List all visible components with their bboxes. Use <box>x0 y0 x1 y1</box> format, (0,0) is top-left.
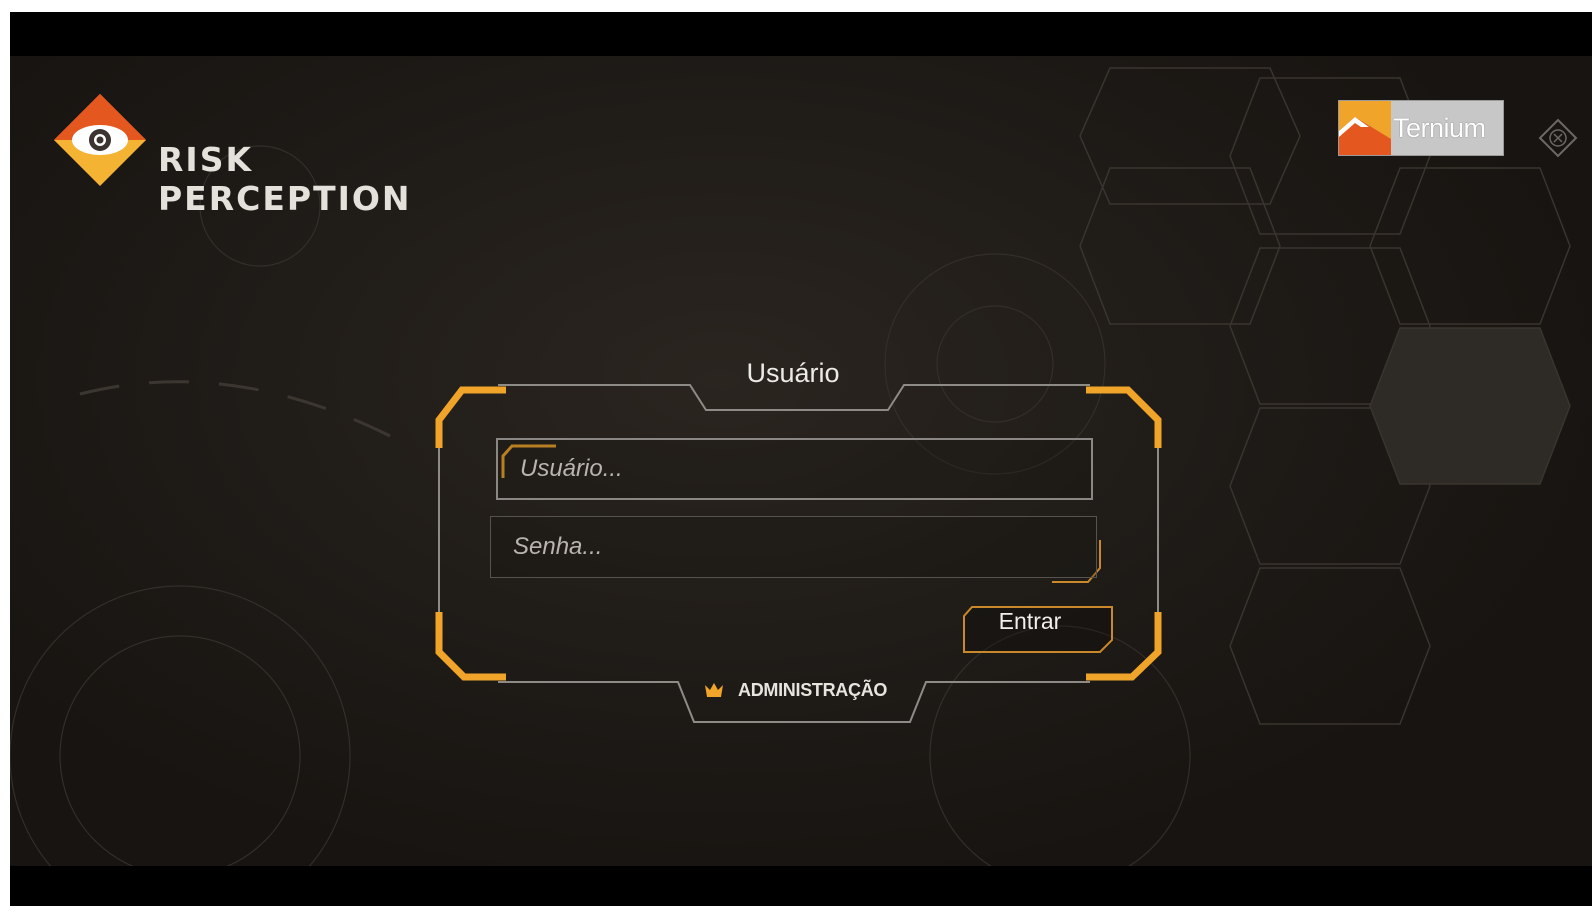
close-button[interactable] <box>1538 118 1578 158</box>
risk-perception-logo: RISK PERCEPTION <box>52 92 410 218</box>
username-input[interactable] <box>496 438 1093 500</box>
submit-button[interactable]: Entrar <box>958 597 1102 645</box>
partner-name: Ternium <box>1393 113 1486 143</box>
risk-perception-eye-icon <box>54 94 146 186</box>
ternium-mountain-icon <box>1339 101 1391 155</box>
ternium-logo: Ternium <box>1338 100 1504 156</box>
crown-icon <box>705 683 723 697</box>
password-input[interactable] <box>490 516 1097 578</box>
admin-link[interactable]: ADMINISTRAÇÃO <box>700 676 910 706</box>
brand-name-line1: RISK <box>158 140 254 179</box>
brand-name-line2: PERCEPTION <box>158 179 412 218</box>
admin-link-label: ADMINISTRAÇÃO <box>738 680 888 700</box>
submit-button-label: Entrar <box>998 607 1062 634</box>
login-title: Usuário <box>746 358 840 388</box>
close-icon <box>1538 118 1578 158</box>
